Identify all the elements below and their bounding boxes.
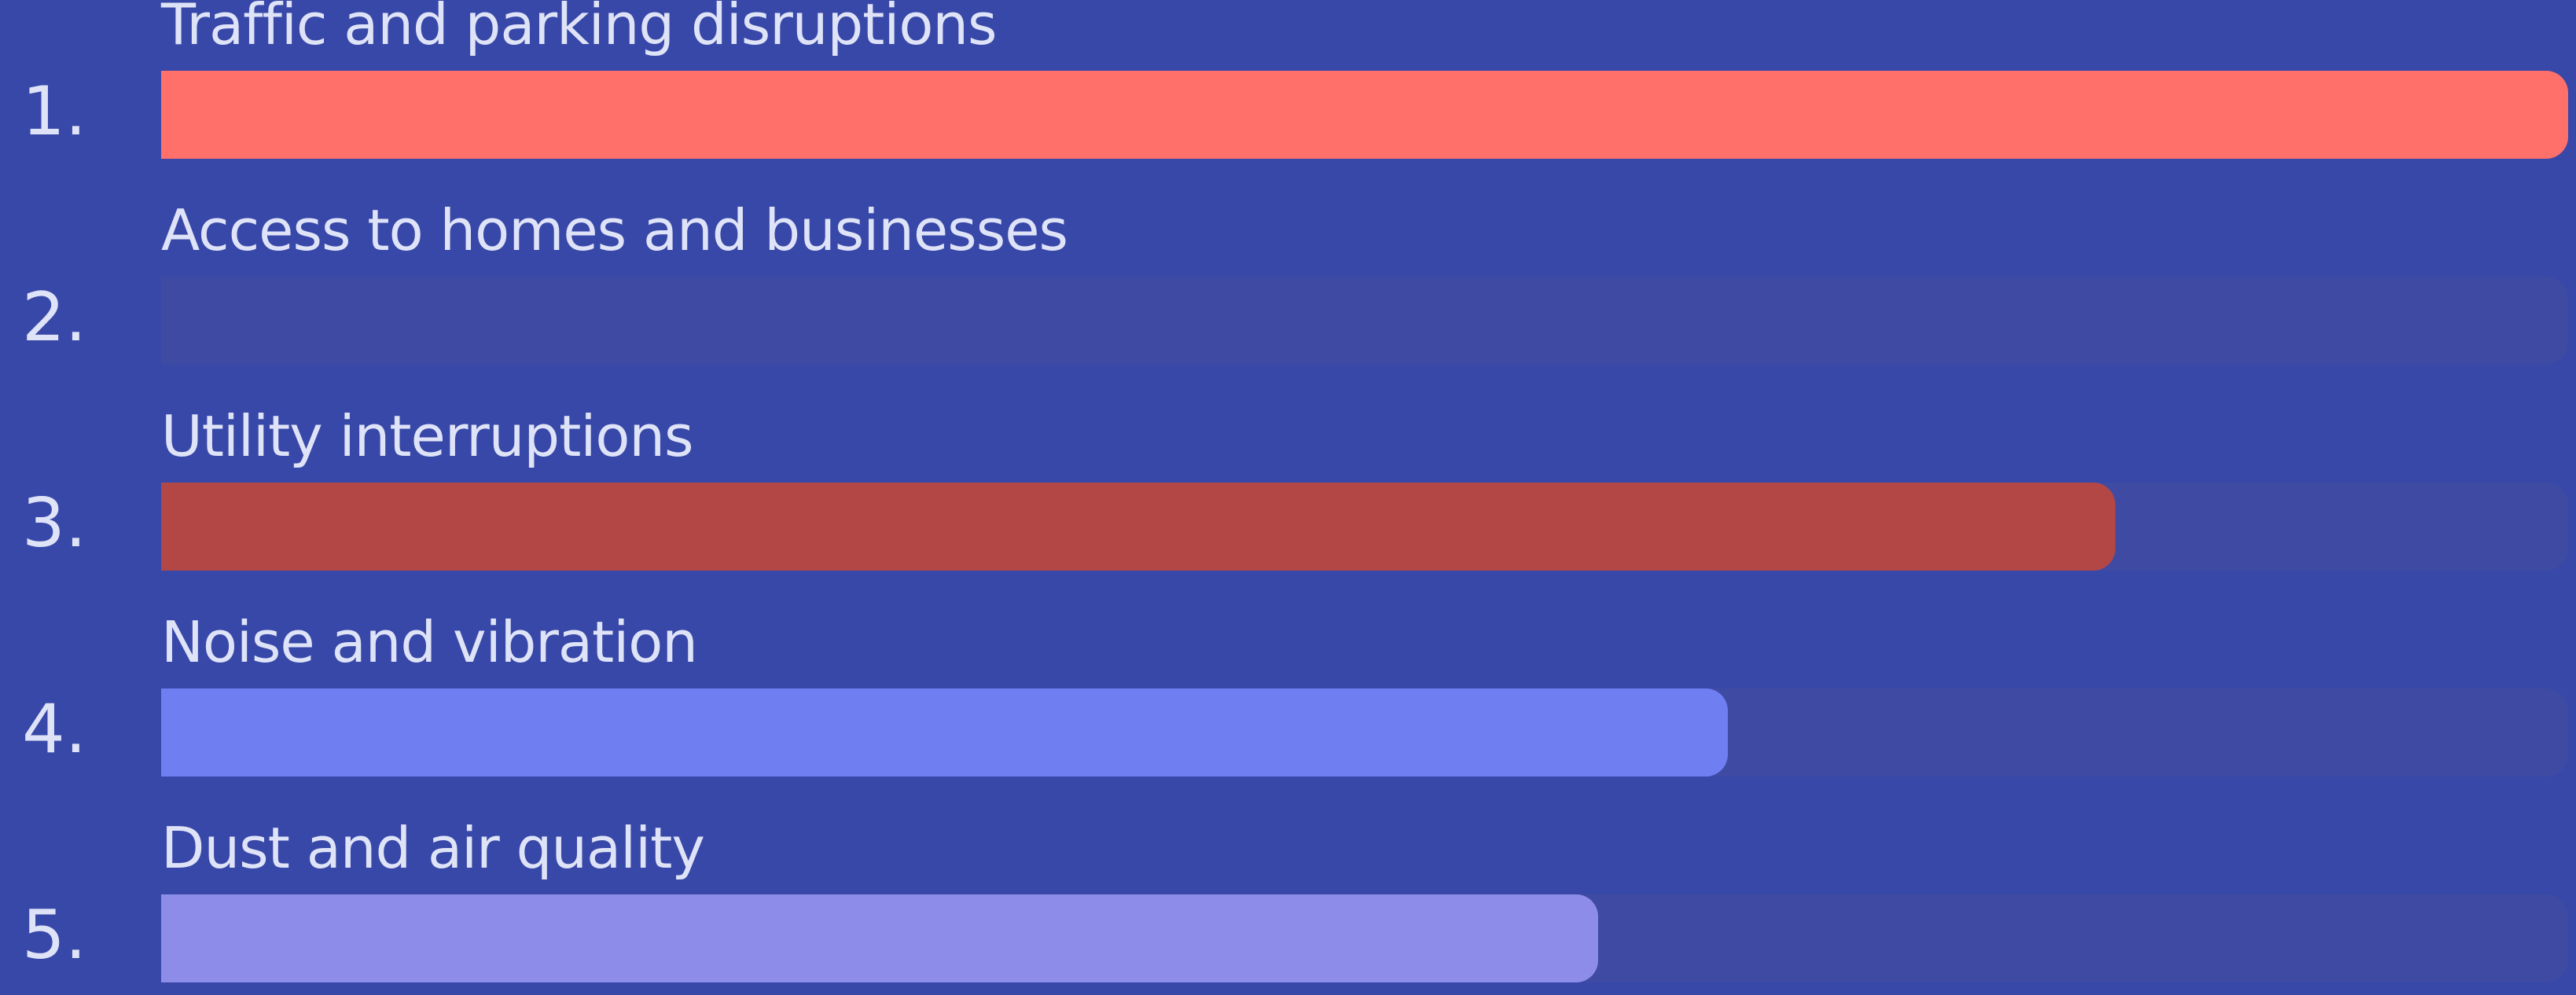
bar-track-3	[161, 483, 2568, 571]
bar-3	[161, 483, 2116, 571]
bar-label-3: Utility interruptions	[161, 403, 694, 469]
bar-track-5	[161, 894, 2568, 982]
rank-label-5: 5.	[22, 896, 87, 975]
bar-track-2	[161, 277, 2568, 365]
bar-1	[161, 71, 2568, 159]
bar-label-5: Dust and air quality	[161, 815, 705, 881]
chart-row-1: Traffic and parking disruptions 1.	[0, 0, 2576, 195]
rank-label-2: 2.	[22, 278, 87, 357]
bar-4	[161, 688, 1729, 777]
chart-row-3: Utility interruptions 3.	[0, 401, 2576, 607]
chart-row-5: Dust and air quality 5.	[0, 813, 2576, 995]
ranked-bar-chart: Traffic and parking disruptions 1. Acces…	[0, 0, 2576, 995]
rank-label-3: 3.	[22, 484, 87, 563]
bar-label-1: Traffic and parking disruptions	[161, 0, 998, 57]
bar-track-1	[161, 71, 2568, 159]
bar-track-4	[161, 688, 2568, 777]
bar-label-2: Access to homes and businesses	[161, 197, 1068, 263]
chart-row-2: Access to homes and businesses 2.	[0, 195, 2576, 401]
bar-label-4: Noise and vibration	[161, 609, 698, 675]
chart-row-4: Noise and vibration 4.	[0, 607, 2576, 813]
rank-label-1: 1.	[22, 72, 87, 151]
bar-5	[161, 894, 1598, 982]
rank-label-4: 4.	[22, 690, 87, 769]
